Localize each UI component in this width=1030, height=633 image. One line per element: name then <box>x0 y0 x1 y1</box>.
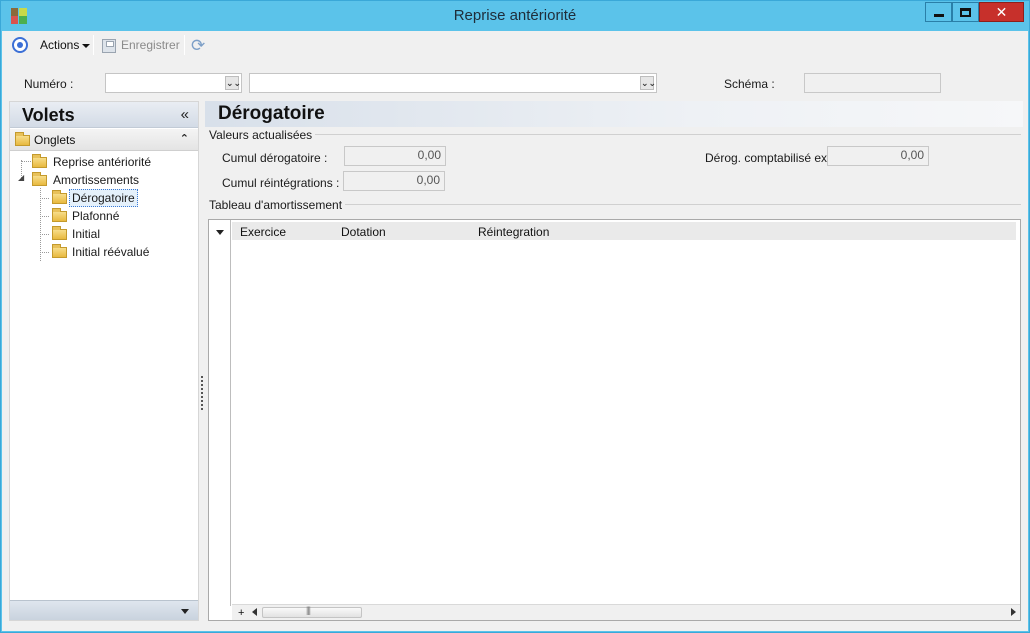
cumul-reintegrations-field[interactable]: 0,00 <box>343 171 445 191</box>
volets-title: Volets <box>22 105 75 125</box>
close-icon: ✕ <box>995 3 1008 20</box>
collapse-pane-icon[interactable]: « <box>181 106 189 123</box>
refresh-icon[interactable]: ⟳ <box>191 36 205 56</box>
volets-footer[interactable] <box>10 600 198 620</box>
tree-item-plafonne[interactable]: Plafonné <box>50 207 190 225</box>
volets-header: Volets « <box>10 102 198 128</box>
derog-comptabilise-field[interactable]: 0,00 <box>827 146 929 166</box>
tree-item-derogatoire[interactable]: Dérogatoire <box>50 189 200 207</box>
scroll-left-icon[interactable] <box>252 608 257 616</box>
add-row-button[interactable]: + <box>238 607 244 619</box>
numero-label: Numéro : <box>24 77 74 91</box>
cumul-derogatoire-field[interactable]: 0,00 <box>344 146 446 166</box>
toolbar: Actions Enregistrer ⟳ <box>2 31 1028 59</box>
column-header-exercice[interactable]: Exercice <box>240 225 286 239</box>
folder-icon <box>32 154 47 168</box>
actions-label: Actions <box>40 38 80 52</box>
splitter-handle[interactable] <box>201 376 203 410</box>
chevron-down-icon[interactable] <box>181 609 189 614</box>
double-chevron-down-icon[interactable]: ⌄⌄ <box>640 76 656 90</box>
schema-field[interactable] <box>804 73 941 93</box>
tree-item-label: Amortissements <box>53 173 140 187</box>
tree-connector <box>40 198 49 199</box>
group-divider <box>209 134 1021 135</box>
minimize-icon <box>933 13 944 17</box>
folder-icon <box>32 172 47 186</box>
title-bar[interactable]: Reprise antériorité ✕ <box>1 1 1029 31</box>
actions-menu-button[interactable]: Actions <box>40 38 91 52</box>
save-button[interactable]: Enregistrer <box>121 38 180 52</box>
cumul-derogatoire-label: Cumul dérogatoire : <box>222 151 328 165</box>
folder-icon <box>52 226 67 240</box>
onglets-section-header[interactable]: Onglets ⌃ <box>10 129 198 151</box>
tree-item-amortissements[interactable]: ◢ Amortissements <box>16 171 186 189</box>
scroll-right-icon[interactable] <box>1011 608 1016 616</box>
expanded-arrow-icon[interactable]: ◢ <box>18 173 24 182</box>
maximize-icon <box>960 7 971 17</box>
content-pane: Dérogatoire Valeurs actualisées Cumul dé… <box>205 101 1023 626</box>
chevron-down-icon[interactable] <box>216 230 224 235</box>
tree-item-label: Initial <box>72 227 101 241</box>
description-combo[interactable]: ⌄⌄ <box>249 73 657 93</box>
tree-item-label: Initial réévalué <box>72 245 150 259</box>
derog-comptabilise-label: Dérog. comptabilisé ex. : <box>705 151 838 165</box>
column-header-dotation[interactable]: Dotation <box>341 225 386 239</box>
page-title: Dérogatoire <box>218 103 325 124</box>
tree-item-label: Dérogatoire <box>69 189 138 207</box>
client-area: Actions Enregistrer ⟳ Numéro : ⌄⌄ ⌄⌄ Sch… <box>2 31 1028 631</box>
tree-item-label: Reprise antériorité <box>53 155 152 169</box>
minimize-button[interactable] <box>925 2 952 22</box>
grid-row-indicator <box>209 220 231 606</box>
window-title: Reprise antériorité <box>453 7 577 24</box>
group-title-tableau: Tableau d'amortissement <box>209 198 346 212</box>
target-icon[interactable] <box>12 37 28 53</box>
chevron-down-icon <box>82 43 91 48</box>
tree-item-initial-reevalue[interactable]: Initial réévalué <box>50 243 190 261</box>
maximize-button[interactable] <box>952 2 979 22</box>
schema-label: Schéma : <box>724 77 775 91</box>
folder-open-icon <box>52 190 67 204</box>
tree-connector <box>40 252 49 253</box>
toolbar-separator <box>184 35 185 55</box>
grid-footer: + <box>232 604 1020 620</box>
tree-item-initial[interactable]: Initial <box>50 225 190 243</box>
group-title-valeurs: Valeurs actualisées <box>209 128 316 142</box>
folder-icon <box>52 208 67 222</box>
tree-connector <box>40 216 49 217</box>
amortissement-grid[interactable]: Exercice Dotation Réintegration + <box>208 219 1021 621</box>
numero-combo[interactable]: ⌄⌄ <box>105 73 242 93</box>
volets-pane: Volets « Onglets ⌃ Reprise antériorité ◢ <box>9 101 199 621</box>
tree-item-label: Plafonné <box>72 209 120 223</box>
double-chevron-down-icon[interactable]: ⌄⌄ <box>225 76 241 90</box>
cumul-reintegrations-label: Cumul réintégrations : <box>222 176 340 190</box>
application-window: Reprise antériorité ✕ Actions Enregistre… <box>0 0 1030 633</box>
folder-icon <box>52 244 67 258</box>
toolbar-separator <box>93 35 94 55</box>
close-button[interactable]: ✕ <box>979 2 1024 22</box>
chevron-up-icon[interactable]: ⌃ <box>180 132 189 145</box>
page-header: Dérogatoire <box>205 101 1023 127</box>
grid-header: Exercice Dotation Réintegration <box>232 222 1016 240</box>
folder-icon <box>15 132 30 146</box>
tree-connector <box>40 234 49 235</box>
tree-item-reprise[interactable]: Reprise antériorité <box>32 153 192 171</box>
horizontal-scrollbar-thumb[interactable] <box>262 605 362 618</box>
onglets-label: Onglets <box>34 133 76 147</box>
tree-connector <box>21 161 31 162</box>
column-header-reintegration[interactable]: Réintegration <box>478 225 549 239</box>
save-icon <box>102 39 116 53</box>
